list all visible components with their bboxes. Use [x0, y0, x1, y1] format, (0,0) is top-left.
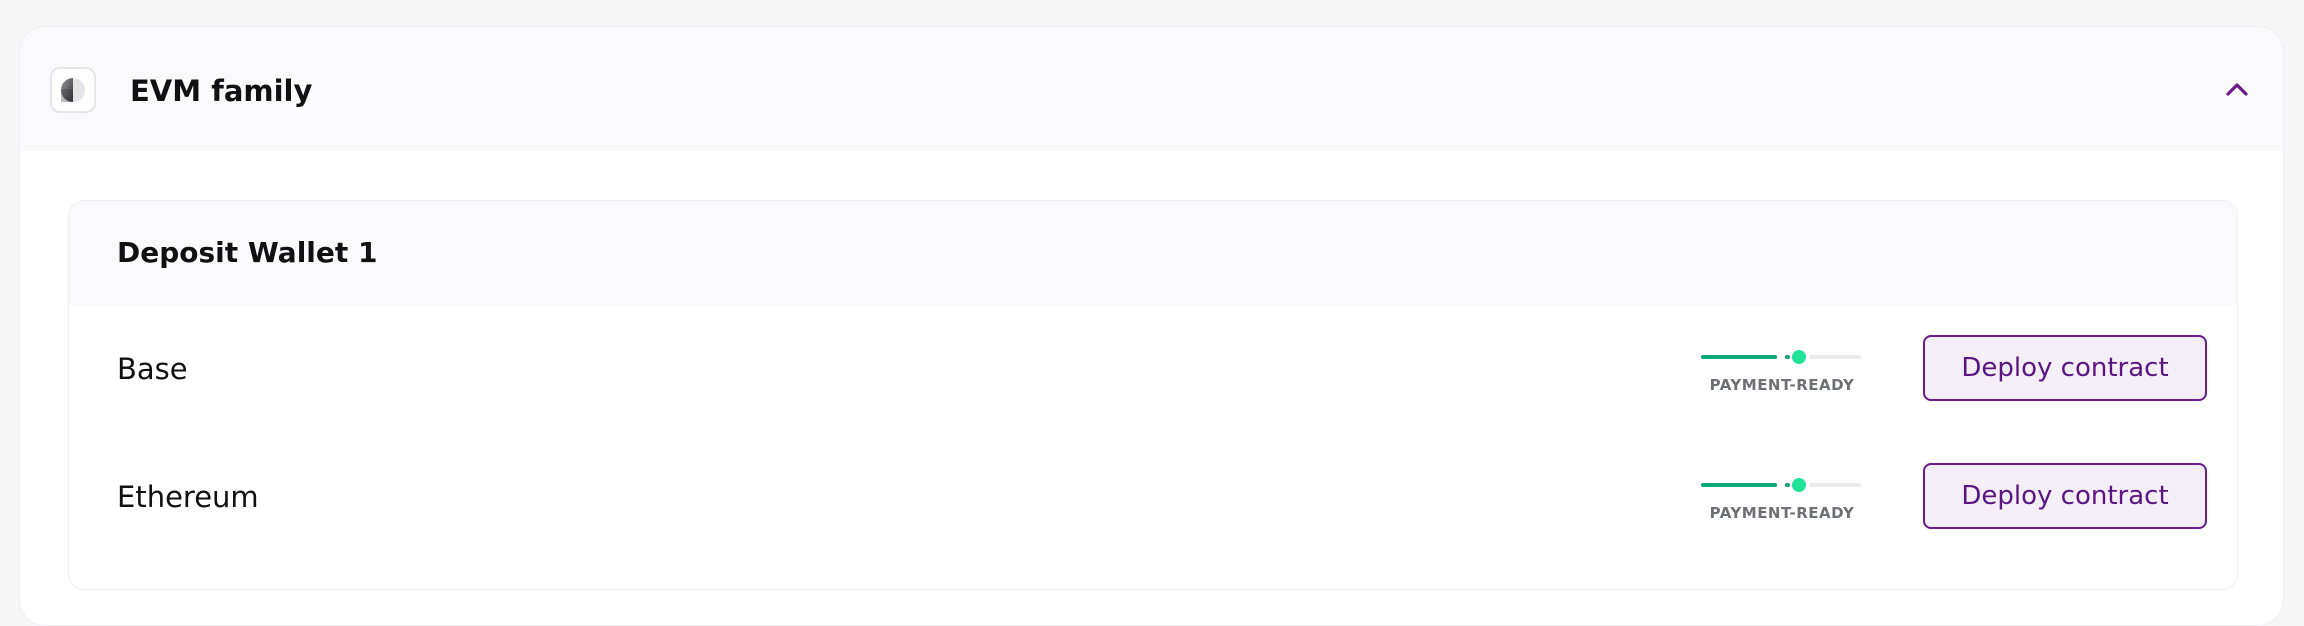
family-header[interactable]: EVM family	[20, 27, 2283, 151]
readiness-remaining	[1809, 483, 1861, 487]
wallet-title: Deposit Wallet 1	[117, 236, 378, 269]
chain-name: Base	[117, 352, 188, 386]
family-title: EVM family	[130, 74, 313, 108]
readiness-fill	[1701, 355, 1777, 359]
readiness-fill-segment	[1785, 355, 1790, 359]
deploy-contract-button[interactable]: Deploy contract	[1923, 463, 2207, 529]
readiness-knob	[1792, 350, 1806, 364]
chain-row-base: Base PAYMENT-READY Deploy contract	[69, 305, 2237, 433]
chevron-up-icon[interactable]	[2219, 71, 2255, 107]
half-circle-token-icon	[50, 67, 96, 113]
deposit-wallet-card: Deposit Wallet 1 Base PAYMENT-READY Depl…	[68, 200, 2238, 590]
readiness-fill-segment	[1785, 483, 1790, 487]
status-label: PAYMENT-READY	[1709, 376, 1855, 394]
readiness-indicator: PAYMENT-READY	[1697, 349, 1867, 399]
chain-row-ethereum: Ethereum PAYMENT-READY Deploy contract	[69, 433, 2237, 561]
readiness-track	[1701, 477, 1861, 493]
wallet-header: Deposit Wallet 1	[69, 201, 2237, 305]
deploy-contract-button[interactable]: Deploy contract	[1923, 335, 2207, 401]
chain-name: Ethereum	[117, 480, 259, 514]
readiness-fill	[1701, 483, 1777, 487]
evm-family-card: EVM family Deposit Wallet 1 Base PAYMENT…	[19, 26, 2284, 626]
status-label: PAYMENT-READY	[1709, 504, 1855, 522]
readiness-indicator: PAYMENT-READY	[1697, 477, 1867, 527]
readiness-remaining	[1809, 355, 1861, 359]
readiness-knob	[1792, 478, 1806, 492]
readiness-track	[1701, 349, 1861, 365]
